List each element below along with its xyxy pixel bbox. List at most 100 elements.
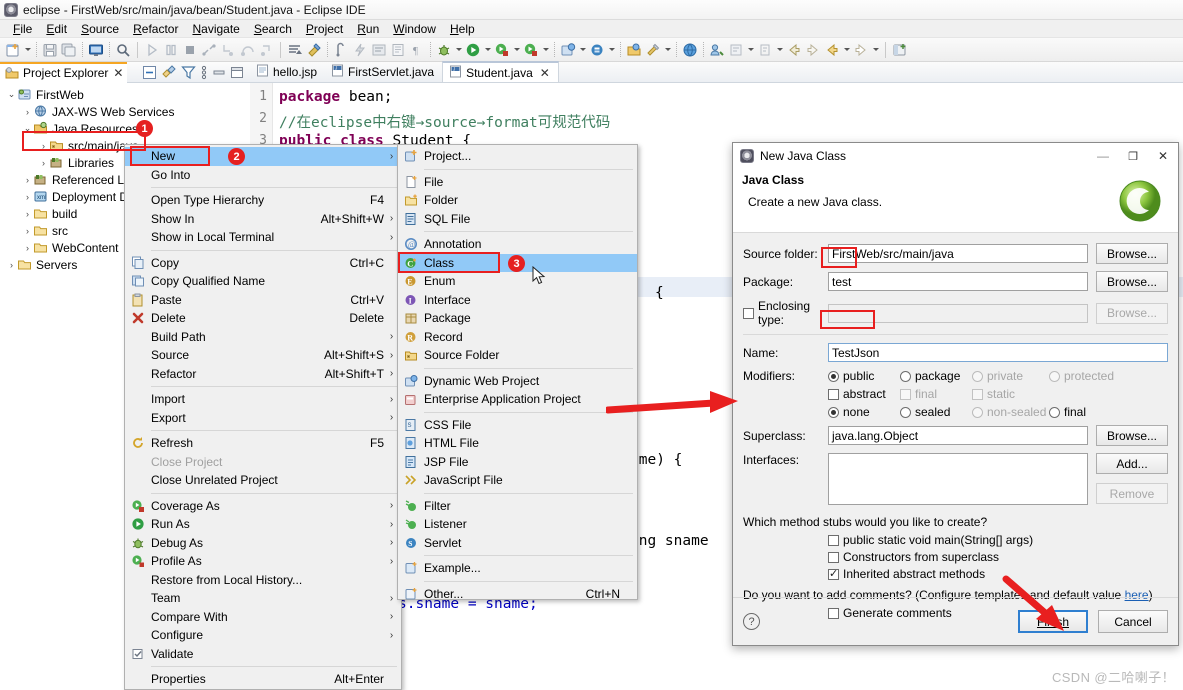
source-folder-browse-button[interactable]: Browse... (1096, 243, 1168, 264)
run-dropdown-icon[interactable] (483, 41, 492, 59)
new-submenu-item-filter[interactable]: Filter (398, 497, 637, 516)
stub-option-public-static-void-main-string-arg[interactable]: public static void main(String[] args) (828, 533, 1168, 547)
new-submenu-item-jsp-file[interactable]: JSP File (398, 453, 637, 472)
stub-checkbox[interactable] (828, 552, 839, 563)
radio-none[interactable] (828, 407, 839, 418)
next-edit-dropdown-icon[interactable] (775, 41, 784, 59)
new-java-package-icon[interactable] (644, 41, 662, 59)
console-icon[interactable] (87, 41, 105, 59)
open-perspective-icon[interactable] (891, 41, 909, 59)
menu-edit[interactable]: Edit (39, 21, 74, 37)
dialog-footer[interactable]: ? Finish Cancel (733, 597, 1178, 645)
coverage-dropdown-icon[interactable] (512, 41, 521, 59)
new-submenu-item-listener[interactable]: Listener (398, 515, 637, 534)
interfaces-row[interactable]: Interfaces: Add... Remove (743, 453, 1168, 505)
interfaces-add-button[interactable]: Add... (1096, 453, 1168, 474)
close-icon[interactable]: ✕ (113, 67, 123, 79)
radio-public[interactable] (828, 371, 839, 382)
menu-file[interactable]: File (6, 21, 39, 37)
new-submenu-item-javascript-file[interactable]: JavaScript File (398, 471, 637, 490)
view-menu-icon[interactable] (200, 65, 208, 80)
new-submenu-item-file[interactable]: File (398, 173, 637, 192)
checkbox-abstract[interactable] (828, 389, 839, 400)
superclass-input[interactable]: java.lang.Object (828, 426, 1088, 445)
help-icon[interactable]: ? (743, 613, 760, 630)
dialog-body[interactable]: Source folder: FirstWeb/src/main/java Br… (733, 233, 1178, 620)
twisty-collapsed-icon[interactable]: › (22, 209, 33, 219)
context-menu-item-close-unrelated-project[interactable]: Close Unrelated Project (125, 471, 401, 490)
name-input[interactable]: TestJson (828, 343, 1168, 362)
context-menu-item-refresh[interactable]: RefreshF5 (125, 434, 401, 453)
context-menu-item-compare-with[interactable]: Compare With› (125, 608, 401, 627)
editor-tab-hello-jsp[interactable]: hello.jsp (250, 61, 325, 82)
new-dynamic-web-project-dropdown-icon[interactable] (578, 41, 587, 59)
context-menu-item-go-into[interactable]: Go Into (125, 166, 401, 185)
minimize-button[interactable]: — (1088, 144, 1118, 168)
debug-dropdown-icon[interactable] (454, 41, 463, 59)
editor-tab-firstservlet-java[interactable]: JFirstServlet.java (325, 61, 442, 82)
new-submenu-item-package[interactable]: Package (398, 309, 637, 328)
context-menu-item-copy-qualified-name[interactable]: Copy Qualified Name (125, 272, 401, 291)
modifiers-options[interactable]: publicpackageprivateprotected abstractfi… (828, 369, 1168, 425)
interfaces-list[interactable] (828, 453, 1088, 505)
save-icon[interactable] (41, 41, 59, 59)
context-menu-item-paste[interactable]: PasteCtrl+V (125, 291, 401, 310)
new-dynamic-web-project-icon[interactable] (559, 41, 577, 59)
twisty-expanded-icon[interactable]: ⌄ (6, 89, 17, 100)
superclass-browse-button[interactable]: Browse... (1096, 425, 1168, 446)
context-menu-item-run-as[interactable]: Run As› (125, 515, 401, 534)
new-submenu-item-project[interactable]: Project... (398, 147, 637, 166)
source-folder-input[interactable]: FirstWeb/src/main/java (828, 244, 1088, 263)
open-web-browser-icon[interactable] (681, 41, 699, 59)
twisty-collapsed-icon[interactable]: › (22, 243, 33, 253)
name-row[interactable]: Name: TestJson (743, 343, 1168, 362)
context-menu-item-show-in-local-terminal[interactable]: Show in Local Terminal› (125, 228, 401, 247)
profile-dropdown-icon[interactable] (541, 41, 550, 59)
context-menu-item-import[interactable]: Import› (125, 390, 401, 409)
last-edit-dropdown-icon[interactable] (746, 41, 755, 59)
context-menu-item-new[interactable]: New› (125, 147, 401, 166)
twisty-collapsed-icon[interactable]: › (38, 141, 49, 151)
enclosing-type-label-wrap[interactable]: Enclosing type: (743, 299, 828, 327)
radio-package[interactable] (900, 371, 911, 382)
new-submenu-item-interface[interactable]: IInterface (398, 291, 637, 310)
new-java-package-dropdown-icon[interactable] (663, 41, 672, 59)
new-wizard-icon[interactable] (4, 41, 22, 59)
link-with-editor-icon[interactable] (161, 65, 177, 80)
twisty-collapsed-icon[interactable]: › (6, 260, 17, 270)
context-menu-item-close-project[interactable]: Close Project (125, 453, 401, 472)
radio-final[interactable] (1049, 407, 1060, 418)
profile-icon[interactable] (522, 41, 540, 59)
project-explorer-toolbar[interactable] (142, 65, 250, 80)
code-line[interactable]: //在eclipse中右键→source→format可规范代码 (279, 111, 610, 132)
forward-history-dropdown-icon[interactable] (871, 41, 880, 59)
code-line[interactable]: package bean; (279, 89, 393, 105)
enclosing-type-checkbox[interactable] (743, 308, 754, 319)
back-icon[interactable] (785, 41, 803, 59)
debug-icon[interactable] (435, 41, 453, 59)
new-submenu-item-record[interactable]: RRecord (398, 328, 637, 347)
modifier-sealed-final[interactable]: final (1049, 405, 1139, 419)
menu-refactor[interactable]: Refactor (126, 21, 185, 37)
context-menu-item-refactor[interactable]: RefactorAlt+Shift+T› (125, 365, 401, 384)
code-fragment[interactable]: ing sname (630, 533, 709, 549)
search-icon[interactable] (114, 41, 132, 59)
run-icon[interactable] (464, 41, 482, 59)
stub-option-constructors-from-superclass[interactable]: Constructors from superclass (828, 550, 1168, 564)
new-wizard-dropdown-icon[interactable] (23, 41, 32, 59)
twisty-collapsed-icon[interactable]: › (22, 192, 33, 202)
context-menu-item-build-path[interactable]: Build Path› (125, 328, 401, 347)
menu-search[interactable]: Search (247, 21, 299, 37)
package-row[interactable]: Package: test Browse... (743, 271, 1168, 292)
twisty-collapsed-icon[interactable]: › (22, 107, 33, 117)
superclass-row[interactable]: Superclass: java.lang.Object Browse... (743, 425, 1168, 446)
new-submenu-item-annotation[interactable]: @Annotation (398, 235, 637, 254)
context-menu-item-delete[interactable]: DeleteDelete (125, 309, 401, 328)
modifier-public[interactable]: public (828, 369, 900, 383)
menu-project[interactable]: Project (299, 21, 350, 37)
stub-option-inherited-abstract-methods[interactable]: Inherited abstract methods (828, 567, 1168, 581)
back-history-icon[interactable] (823, 41, 841, 59)
twisty-collapsed-icon[interactable]: › (22, 226, 33, 236)
search-people-icon[interactable] (708, 41, 726, 59)
context-menu-item-debug-as[interactable]: Debug As› (125, 534, 401, 553)
